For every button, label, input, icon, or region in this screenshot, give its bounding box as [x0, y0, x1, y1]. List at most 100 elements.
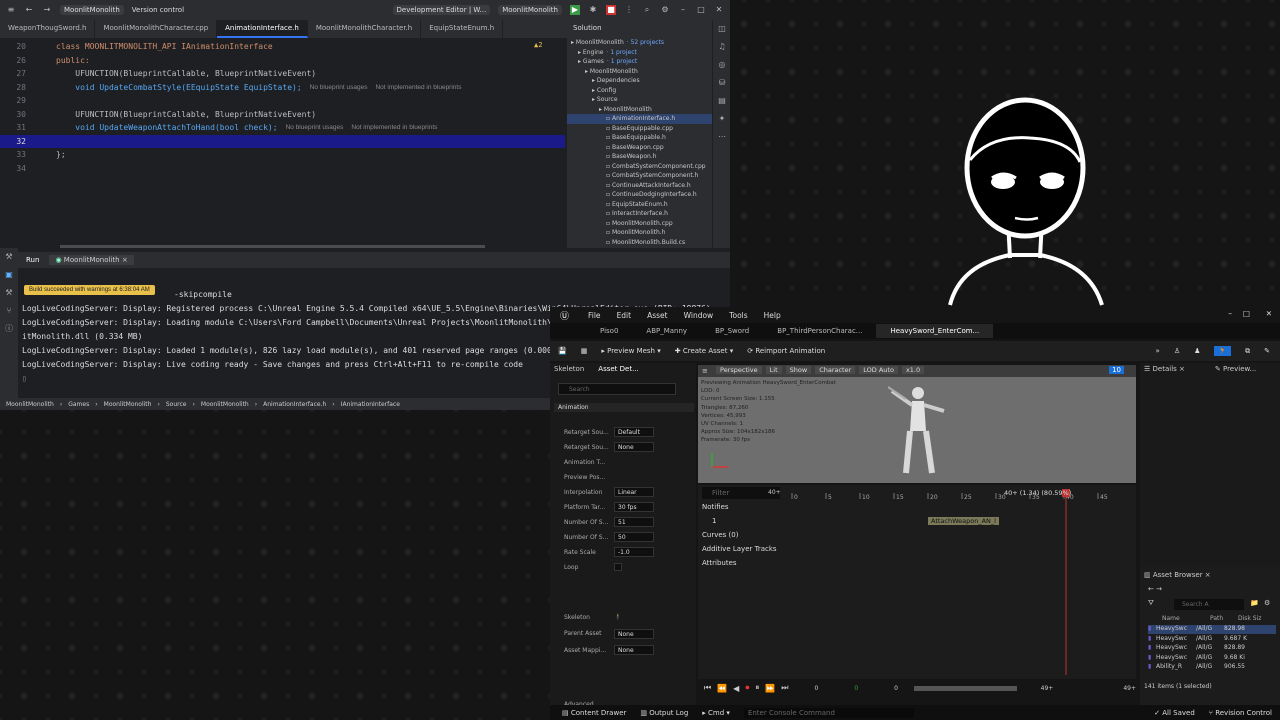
- solution-tree-item[interactable]: ▫ EquipStateEnum.h: [567, 200, 712, 210]
- config-selector[interactable]: Development Editor | W...: [392, 5, 491, 15]
- horizontal-scrollbar[interactable]: [60, 245, 485, 248]
- view-start[interactable]: 0: [854, 685, 858, 692]
- track-notify-1[interactable]: 1: [712, 517, 716, 525]
- section-animation[interactable]: Animation: [554, 403, 694, 412]
- breadcrumb-item[interactable]: Games: [68, 401, 89, 408]
- run-target-selector[interactable]: MoonlitMonolith: [498, 5, 562, 15]
- tab-asset-details[interactable]: Asset Det...: [598, 365, 638, 373]
- close-icon[interactable]: ✕: [1266, 309, 1272, 318]
- solution-tree-item[interactable]: ▫ CombatSystemComponent.h: [567, 171, 712, 181]
- tab-abp-manny[interactable]: ABP_Manny: [632, 324, 701, 338]
- property-value[interactable]: None: [614, 645, 654, 655]
- content-drawer-button[interactable]: ▤ Content Drawer: [562, 709, 626, 717]
- code-editor[interactable]: ▲2 20 class MOONLITMONOLITH_API IAnimatio…: [0, 38, 565, 248]
- tab-character-cpp[interactable]: MoonlitMonolithCharacter.cpp: [95, 20, 218, 38]
- back-icon[interactable]: ←: [24, 5, 34, 15]
- tab-bp-sword[interactable]: BP_Sword: [701, 324, 763, 338]
- menu-edit[interactable]: Edit: [617, 311, 632, 320]
- menu-tools[interactable]: Tools: [729, 311, 747, 320]
- solution-tree-item[interactable]: ▫ BaseWeapon.h: [567, 152, 712, 162]
- preview-mesh-button[interactable]: ▸ Preview Mesh ▾: [601, 347, 660, 355]
- blueprint-mode-icon[interactable]: ⧉: [1245, 347, 1250, 356]
- breadcrumb-item[interactable]: IAnimationInterface: [341, 401, 400, 408]
- asset-row[interactable]: ▮ HeavySwc/All/G 828.98: [1148, 625, 1276, 634]
- bell-icon[interactable]: ♫: [713, 38, 731, 56]
- timeline-scrollbar[interactable]: [913, 685, 1017, 691]
- tab-heavysword-entercombat[interactable]: HeavySword_EnterCom...: [876, 324, 994, 338]
- build-toast[interactable]: Build succeeded with warnings at 6:38:04…: [24, 285, 155, 295]
- minimize-icon[interactable]: –: [1228, 309, 1232, 318]
- range-start[interactable]: 0: [815, 685, 819, 692]
- property-value[interactable]: None: [614, 442, 654, 452]
- problems-icon[interactable]: ⓘ: [0, 320, 18, 338]
- terminal-icon[interactable]: ▣: [0, 266, 18, 284]
- fov-value[interactable]: 10: [1109, 366, 1124, 374]
- stop-icon[interactable]: ■: [606, 5, 616, 15]
- property-value[interactable]: -1.0: [614, 547, 654, 557]
- settings-icon[interactable]: ⚙: [660, 5, 670, 15]
- solution-tree-item[interactable]: ▸ MoonlitMonolith · 52 projects: [567, 38, 712, 48]
- menu-window[interactable]: Window: [684, 311, 714, 320]
- playback-start[interactable]: 0: [894, 685, 898, 692]
- browse-icon[interactable]: ▦: [581, 347, 588, 355]
- asset-row[interactable]: ▮ HeavySwc/All/G 9.687 K: [1148, 635, 1276, 644]
- asset-search-input[interactable]: Search A: [1174, 599, 1244, 610]
- first-frame-icon[interactable]: ⏮: [704, 683, 711, 693]
- property-value[interactable]: 30 fps: [614, 502, 654, 512]
- tab-details[interactable]: ☰ Details ×: [1144, 365, 1185, 373]
- solution-tree-item[interactable]: ▫ MoonlitMonolith.Build.cs: [567, 238, 712, 248]
- timeline-ruler[interactable]: 0 5 10 15 20 25 30 35 40 4540+ (1.34) (80.59%): [788, 485, 1136, 675]
- breadcrumb-item[interactable]: MoonlitMonolith: [104, 401, 152, 408]
- ai-icon[interactable]: ✦: [713, 110, 731, 128]
- prev-frame-icon[interactable]: ⏪: [717, 684, 727, 693]
- breadcrumb-item[interactable]: AnimationInterface.h: [263, 401, 326, 408]
- viewport-button[interactable]: Perspective: [716, 366, 762, 374]
- animation-mode-icon[interactable]: 🏃: [1214, 346, 1232, 356]
- forward-icon[interactable]: →: [42, 5, 52, 15]
- git-icon[interactable]: ⑂: [0, 302, 18, 320]
- record-icon[interactable]: ⏺: [745, 683, 749, 693]
- property-value[interactable]: None: [614, 628, 654, 639]
- solution-tree-item[interactable]: ▸ Games · 1 project: [567, 57, 712, 67]
- preview-viewport[interactable]: ≡ Perspective Lit Show Character LOD Auto x1.…: [698, 365, 1136, 483]
- last-frame-icon[interactable]: ⏭: [781, 683, 788, 693]
- range-end[interactable]: 49+: [1123, 685, 1136, 692]
- output-log-button[interactable]: ▥ Output Log: [640, 709, 688, 717]
- solution-tree-item[interactable]: ▫ ContinueAttackInterface.h: [567, 181, 712, 191]
- run-config-tab[interactable]: ◉ MoonlitMonolith ×: [49, 255, 134, 265]
- track-attributes[interactable]: Attributes: [702, 559, 737, 567]
- project-selector[interactable]: MoonlitMonolith: [60, 5, 124, 15]
- loop-checkbox[interactable]: [614, 563, 622, 571]
- track-notifies[interactable]: Notifies: [702, 503, 729, 511]
- tab-piso0[interactable]: Piso0: [550, 324, 632, 338]
- solution-tree-item[interactable]: ▫ MoonlitMonolith.cpp: [567, 219, 712, 229]
- run-label[interactable]: Run: [26, 256, 39, 264]
- tab-bp-thirdpersoncharacter[interactable]: BP_ThirdPersonCharac...: [763, 324, 876, 338]
- tab-skeleton[interactable]: Skeleton: [554, 365, 584, 373]
- minimize-icon[interactable]: –: [678, 5, 688, 15]
- track-curves[interactable]: Curves (0): [702, 531, 738, 539]
- track-additive-layer[interactable]: Additive Layer Tracks: [702, 545, 777, 553]
- reimport-button[interactable]: ⟳ Reimport Animation: [747, 347, 825, 355]
- maximize-icon[interactable]: □: [1243, 309, 1250, 318]
- maximize-icon[interactable]: □: [696, 5, 706, 15]
- asset-row[interactable]: ▮ Ability_R/All/G 906.55: [1148, 663, 1276, 672]
- viewport-button[interactable]: Show: [785, 366, 812, 374]
- tab-preview[interactable]: ✎ Preview...: [1215, 365, 1256, 373]
- property-value[interactable]: 51: [614, 517, 654, 527]
- run-icon[interactable]: ▶: [570, 5, 580, 15]
- menu-icon[interactable]: ≡: [6, 5, 16, 15]
- col-path[interactable]: Path: [1210, 615, 1238, 622]
- more-icon[interactable]: ⋮: [624, 5, 634, 15]
- tab-animationinterface-h[interactable]: AnimationInterface.h: [217, 20, 308, 38]
- solution-tree-item[interactable]: ▸ MoonlitMonolith: [567, 67, 712, 77]
- tab-weaponthougsword-h[interactable]: WeaponThougSword.h: [0, 20, 96, 38]
- solution-tree-item[interactable]: ▸ Dependencies: [567, 76, 712, 86]
- console-command-input[interactable]: Enter Console Command: [743, 707, 914, 718]
- settings-icon[interactable]: ⚙: [1264, 599, 1270, 607]
- solution-icon[interactable]: ◫: [713, 20, 731, 38]
- property-value[interactable]: Default: [614, 427, 654, 437]
- hammer-icon[interactable]: ⚒: [0, 284, 18, 302]
- viewport-button[interactable]: Character: [815, 366, 856, 374]
- revision-control-button[interactable]: ⑂ Revision Control: [1209, 709, 1272, 717]
